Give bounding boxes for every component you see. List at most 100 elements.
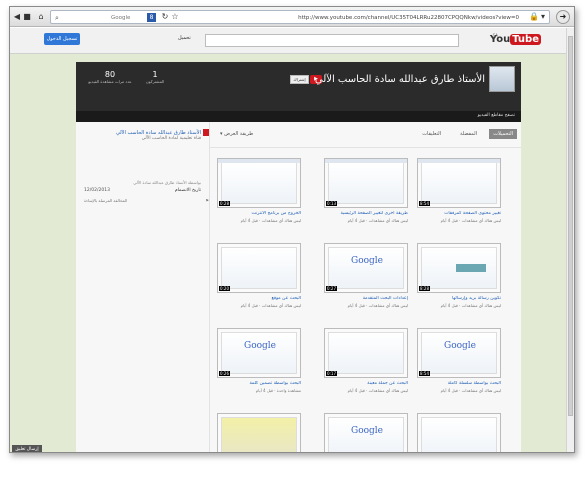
tab-favorites[interactable]: المفضلة: [460, 131, 477, 137]
video-meta: ليس هناك أي مشاهدات · قبل 4 أيام: [240, 303, 301, 308]
subscribers-label: المشتركون: [145, 79, 165, 84]
video-meta: ليس هناك أي مشاهدات · قبل 4 أيام: [440, 303, 501, 308]
url-text: http://www.youtube.com/channel/UC35T04LR…: [298, 15, 519, 21]
video-title[interactable]: البحث عن موقع: [217, 296, 301, 301]
video-meta: ليس هناك أي مشاهدات · قبل 4 أيام: [440, 218, 501, 223]
home-icon[interactable]: ⌂: [36, 11, 46, 23]
video-item[interactable]: [417, 413, 501, 452]
video-title[interactable]: تكوين رسالة بريد وإرسالها: [417, 296, 501, 301]
video-item[interactable]: Google 0:27 إعدادات البحث المتقدمة ليس هن…: [324, 243, 408, 308]
video-title[interactable]: الخروج من برنامج الانترنت: [217, 211, 301, 216]
channel-banner: 80 عدد مرات مشاهدة الفيديو 1 المشتركون إ…: [76, 62, 521, 111]
joined-label: تاريخ الانضمام: [174, 188, 201, 193]
video-thumbnail[interactable]: 8:28: [417, 243, 501, 293]
video-duration: 8:54: [419, 371, 430, 376]
google-logo: Google: [244, 341, 276, 351]
video-item[interactable]: Google 8:54 البحث بواسطة سلسلة كاملة ليس …: [417, 328, 501, 393]
refresh-icon[interactable]: ↻: [161, 11, 169, 23]
search-input[interactable]: [205, 34, 459, 47]
star-icon[interactable]: ☆: [171, 11, 179, 23]
forward-icon[interactable]: ➜: [556, 10, 570, 24]
video-thumbnail[interactable]: 0:20: [217, 243, 301, 293]
video-duration: 8:54: [419, 201, 430, 206]
video-thumbnail[interactable]: 0:13: [324, 158, 408, 208]
flag-icon[interactable]: ⚑: [205, 198, 209, 203]
channel-tabs: التحميلات المفضلة التعليقات ▾ طريقة العر…: [210, 122, 521, 148]
channel-nav-bar: تصفح مقاطع الفيديو: [76, 111, 521, 122]
browser-toolbar: ◀ ■ ⌂ ⌕ Google 8 ↻ ☆ http://www.youtube.…: [10, 7, 574, 27]
browser-window: ◀ ■ ⌂ ⌕ Google 8 ↻ ☆ http://www.youtube.…: [9, 6, 575, 453]
video-meta: ليس هناك أي مشاهدات · قبل 4 أيام: [347, 388, 408, 393]
back-icon[interactable]: ◀: [13, 11, 21, 23]
send-feedback-button[interactable]: إرسال تعليق: [12, 445, 42, 452]
dropdown-icon[interactable]: ▾: [539, 11, 547, 23]
scrollbar-thumb[interactable]: [568, 36, 573, 416]
video-thumbnail[interactable]: Google: [324, 413, 408, 452]
subscribers-count: 1: [152, 70, 158, 79]
page-icon: ■: [23, 12, 31, 21]
video-meta: ليس هناك أي مشاهدات · قبل 4 أيام: [240, 218, 301, 223]
video-thumbnail[interactable]: Google 8:54: [417, 328, 501, 378]
video-title[interactable]: البحث بواسطة تضمين كلمة: [217, 381, 301, 386]
video-thumbnail[interactable]: 8:54: [417, 158, 501, 208]
about-description: بواسطة الأستاذ طارق عبدالله سادة الآلي: [133, 180, 201, 185]
tab-uploads[interactable]: التحميلات: [489, 129, 517, 139]
scrollbar[interactable]: [566, 28, 574, 452]
views-label: عدد مرات مشاهدة الفيديو: [88, 79, 132, 84]
video-duration: 0:27: [326, 286, 337, 291]
video-duration: 8:28: [419, 286, 430, 291]
views-stat: 80 عدد مرات مشاهدة الفيديو: [86, 70, 134, 84]
youtube-icon: [203, 129, 209, 136]
video-meta: ليس هناك أي مشاهدات · قبل 4 أيام: [347, 218, 408, 223]
subscribers-stat: 1 المشتركون: [140, 70, 170, 84]
joined-date: 12/02/2013: [84, 188, 110, 193]
youtube-header: تسجيل الدخول تحميل ⌕ YouTube SA: [10, 28, 566, 54]
video-meta: ليس هناك أي مشاهدات · قبل 4 أيام: [440, 388, 501, 393]
video-item[interactable]: Google 0:26 البحث بواسطة تضمين كلمة مشاهد…: [217, 328, 301, 393]
sign-in-button[interactable]: تسجيل الدخول: [44, 33, 80, 45]
video-item[interactable]: 0:17 البحث عن جملة معينة ليس هناك أي مشا…: [324, 328, 408, 393]
lock-icon: 🔒: [529, 12, 539, 21]
about-panel: الأستاذ طارق عبدالله سادة الحاسب الآلي ق…: [76, 122, 210, 452]
about-subtitle: قناة تعليمية لمادة الحاسب الآلي: [141, 136, 201, 141]
channel-title: الأستاذ طارق عبدالله سادة الحاسب الآلي: [314, 74, 485, 85]
video-thumbnail[interactable]: 0:28: [217, 158, 301, 208]
google-logo: Google: [444, 341, 476, 351]
video-meta: ليس هناك أي مشاهدات · قبل 4 أيام: [347, 303, 408, 308]
video-item[interactable]: Google: [324, 413, 408, 452]
video-item[interactable]: 8:54 تغيير محتوى الصفحة كمرفقات ليس هناك…: [417, 158, 501, 223]
address-bar[interactable]: ⌕ Google 8 ↻ ☆ http://www.youtube.com/ch…: [50, 10, 550, 24]
videos-panel: التحميلات المفضلة التعليقات ▾ طريقة العر…: [210, 122, 521, 452]
video-title[interactable]: طريقة أخرى لتغيير الصفحة الرئيسية: [324, 211, 408, 216]
video-thumbnail[interactable]: [417, 413, 501, 452]
video-thumbnail[interactable]: [217, 413, 301, 452]
search-engine-badge: 8: [147, 13, 156, 22]
flag-action-link[interactable]: المخالفة المرسلة بالإساءة: [84, 198, 127, 203]
upload-button[interactable]: تحميل: [178, 35, 191, 41]
view-mode-label: طريقة العرض: [224, 131, 254, 137]
video-title[interactable]: تغيير محتوى الصفحة كمرفقات: [417, 211, 501, 216]
channel-avatar[interactable]: [489, 66, 515, 92]
video-item[interactable]: 0:13 طريقة أخرى لتغيير الصفحة الرئيسية ل…: [324, 158, 408, 223]
video-item[interactable]: 8:28 تكوين رسالة بريد وإرسالها ليس هناك …: [417, 243, 501, 308]
logo-region: SA: [492, 33, 498, 38]
video-thumbnail[interactable]: 0:17: [324, 328, 408, 378]
video-title[interactable]: البحث بواسطة سلسلة كاملة: [417, 381, 501, 386]
view-mode-dropdown[interactable]: ▾ طريقة العرض: [220, 131, 253, 137]
video-duration: 0:17: [326, 371, 337, 376]
video-item[interactable]: 0:20 البحث عن موقع ليس هناك أي مشاهدات ·…: [217, 243, 301, 308]
video-thumbnail[interactable]: Google 0:26: [217, 328, 301, 378]
video-meta: مشاهدة واحدة · قبل 4 أيام: [255, 388, 301, 393]
browse-videos-link[interactable]: تصفح مقاطع الفيديو: [478, 113, 515, 118]
views-count: 80: [104, 70, 116, 79]
video-duration: 0:13: [326, 201, 337, 206]
video-duration: 0:26: [219, 371, 230, 376]
video-title[interactable]: البحث عن جملة معينة: [324, 381, 408, 386]
tab-comments[interactable]: التعليقات: [422, 131, 441, 137]
video-title[interactable]: إعدادات البحث المتقدمة: [324, 296, 408, 301]
video-item[interactable]: [217, 413, 301, 452]
subscribe-button[interactable]: إشتراك: [290, 75, 309, 84]
video-thumbnail[interactable]: Google 0:27: [324, 243, 408, 293]
search-engine-text: Google: [111, 15, 131, 21]
video-item[interactable]: 0:28 الخروج من برنامج الانترنت ليس هناك …: [217, 158, 301, 223]
